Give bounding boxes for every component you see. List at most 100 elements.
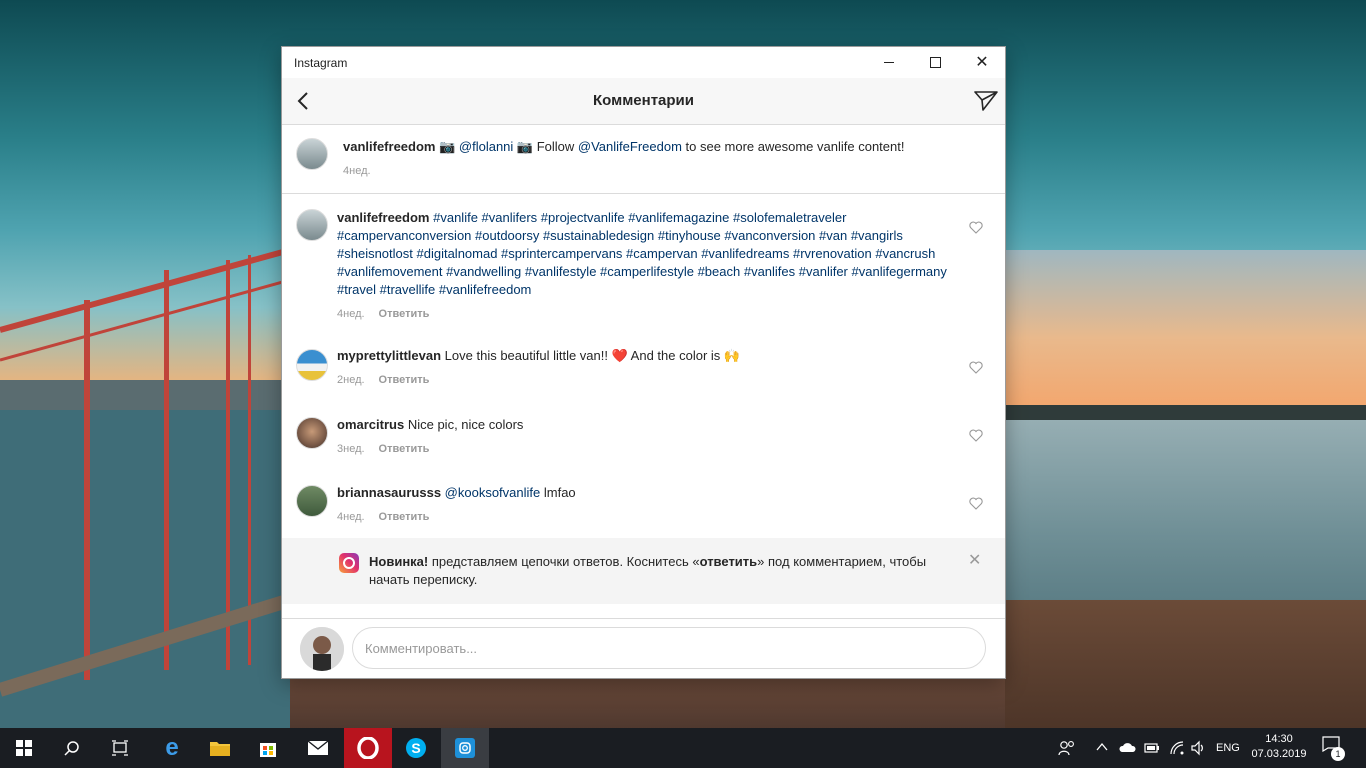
chevron-up-icon[interactable] <box>1096 742 1108 752</box>
comment-item: myprettylittlevan Love this beautiful li… <box>282 347 1005 397</box>
comment-body: omarcitrus Nice pic, nice colors 3нед. От… <box>337 416 957 457</box>
comment-meta: 4нед. Ответить <box>337 304 957 322</box>
start-button[interactable] <box>0 728 48 768</box>
reply-button[interactable]: Ответить <box>379 374 430 386</box>
instagram-logo-icon <box>339 553 359 573</box>
skype-icon: S <box>406 738 426 758</box>
wallpaper-sea <box>1005 420 1366 610</box>
instagram-window: Instagram ✕ Комментарии vanlifefreedom 📷… <box>282 47 1005 678</box>
comment-time: 3нед. <box>337 443 365 455</box>
notification-count-badge: 1 <box>1331 747 1345 761</box>
post-caption: vanlifefreedom 📷 @flolanni 📷 Follow @Van… <box>282 125 1005 194</box>
avatar[interactable] <box>296 417 328 449</box>
comment-meta: 3нед. Ответить <box>337 439 957 457</box>
hashtags[interactable]: #vanlife #vanlifers #projectvanlife #van… <box>337 210 947 297</box>
people-icon[interactable] <box>1058 739 1076 757</box>
comment-time: 4нед. <box>337 511 365 523</box>
edge-button[interactable]: e <box>148 728 196 768</box>
comment-input[interactable]: Комментировать... <box>352 627 986 669</box>
input-language[interactable]: ENG <box>1216 728 1240 768</box>
search-icon <box>64 741 79 756</box>
task-view-icon <box>112 740 128 756</box>
page-title: Комментарии <box>592 92 694 109</box>
svg-text:S: S <box>411 740 420 756</box>
comment-item: vanlifefreedom #vanlife #vanlifers #proj… <box>282 207 1005 327</box>
store-icon <box>260 743 276 757</box>
comment-time: 2нед. <box>337 374 365 386</box>
wallpaper-bridge <box>0 247 290 728</box>
mail-icon <box>307 740 329 755</box>
reply-button[interactable]: Ответить <box>379 511 430 523</box>
close-icon: ✕ <box>975 53 989 71</box>
comments-header: Комментарии <box>282 78 1005 125</box>
comment-body: myprettylittlevan Love this beautiful li… <box>337 347 957 388</box>
battery-icon[interactable] <box>1144 741 1160 755</box>
file-explorer-button[interactable] <box>196 728 244 768</box>
comment-username[interactable]: vanlifefreedom <box>337 210 429 225</box>
skype-button[interactable]: S <box>392 728 440 768</box>
comment-text: briannasaurusss @kooksofvanlife lmfao <box>337 484 957 502</box>
comment-username[interactable]: omarcitrus <box>337 417 404 432</box>
comment-meta: 4нед. Ответить <box>337 507 957 525</box>
window-title: Instagram <box>294 56 348 70</box>
comment-meta: 2нед. Ответить <box>337 370 957 388</box>
comment-username[interactable]: briannasaurusss <box>337 485 441 500</box>
action-center-button[interactable]: 1 <box>1322 736 1346 761</box>
caption-username[interactable]: vanlifefreedom <box>343 139 435 154</box>
task-view-button[interactable] <box>96 728 144 768</box>
close-window-button[interactable]: ✕ <box>959 47 1005 78</box>
avatar[interactable] <box>296 209 328 241</box>
notice-text: Новинка! представляем цепочки ответов. К… <box>369 553 929 589</box>
wallpaper-cliff <box>1005 600 1366 728</box>
comment-input-placeholder: Комментировать... <box>365 640 478 656</box>
edge-icon: e <box>165 734 179 761</box>
comment-message: Love this beautiful little van!! ❤️ And … <box>444 348 741 363</box>
caption-text: vanlifefreedom 📷 @flolanni 📷 Follow @Van… <box>343 138 904 156</box>
wallpaper-sunset-glow <box>1005 250 1366 410</box>
avatar[interactable] <box>296 349 328 381</box>
maximize-button[interactable] <box>912 47 958 78</box>
notice-new-label: Новинка! <box>369 554 429 569</box>
avatar[interactable] <box>296 138 328 170</box>
comment-username[interactable]: myprettylittlevan <box>337 348 441 363</box>
mention-link[interactable]: @VanlifeFreedom <box>578 139 682 154</box>
minimize-button[interactable] <box>866 47 912 78</box>
opera-icon <box>357 737 379 759</box>
reply-button[interactable]: Ответить <box>379 308 430 320</box>
opera-button[interactable] <box>344 728 392 768</box>
search-button[interactable] <box>48 728 96 768</box>
instagram-taskbar-button[interactable] <box>441 728 489 768</box>
heart-icon[interactable] <box>969 361 983 374</box>
close-notice-icon[interactable]: ✕ <box>968 550 981 570</box>
reply-button[interactable]: Ответить <box>379 443 430 455</box>
reply-threads-notice: Новинка! представляем цепочки ответов. К… <box>282 538 1005 604</box>
direct-send-icon[interactable] <box>974 90 998 112</box>
comment-message: Nice pic, nice colors <box>407 417 524 432</box>
avatar <box>300 627 344 671</box>
wifi-icon[interactable] <box>1169 740 1185 756</box>
clock-time: 14:30 <box>1265 733 1293 745</box>
minimize-icon <box>884 62 894 63</box>
store-button[interactable] <box>244 728 292 768</box>
notice-reply-word: ответить <box>699 554 758 569</box>
mention-link[interactable]: @flolanni <box>459 139 513 154</box>
avatar[interactable] <box>296 485 328 517</box>
heart-icon[interactable] <box>969 429 983 442</box>
comment-composer: Комментировать... <box>282 618 1005 678</box>
comment-time: 4нед. <box>337 308 365 320</box>
user-avatar-icon <box>300 627 344 671</box>
comment-body: briannasaurusss @kooksofvanlife lmfao 4н… <box>337 484 957 525</box>
clock[interactable]: 14:30 07.03.2019 <box>1246 732 1312 762</box>
caption-time: 4нед. <box>343 165 371 177</box>
volume-icon[interactable] <box>1190 740 1206 756</box>
heart-icon[interactable] <box>969 221 983 234</box>
heart-icon[interactable] <box>969 497 983 510</box>
comment-text: myprettylittlevan Love this beautiful li… <box>337 347 957 365</box>
clock-date: 07.03.2019 <box>1251 748 1307 760</box>
mention-link[interactable]: @kooksofvanlife <box>445 485 541 500</box>
onedrive-icon[interactable] <box>1118 741 1136 753</box>
windows-logo-icon <box>16 740 32 756</box>
comment-text: omarcitrus Nice pic, nice colors <box>337 416 957 434</box>
mail-button[interactable] <box>294 728 342 768</box>
comment-message: lmfao <box>540 485 576 500</box>
